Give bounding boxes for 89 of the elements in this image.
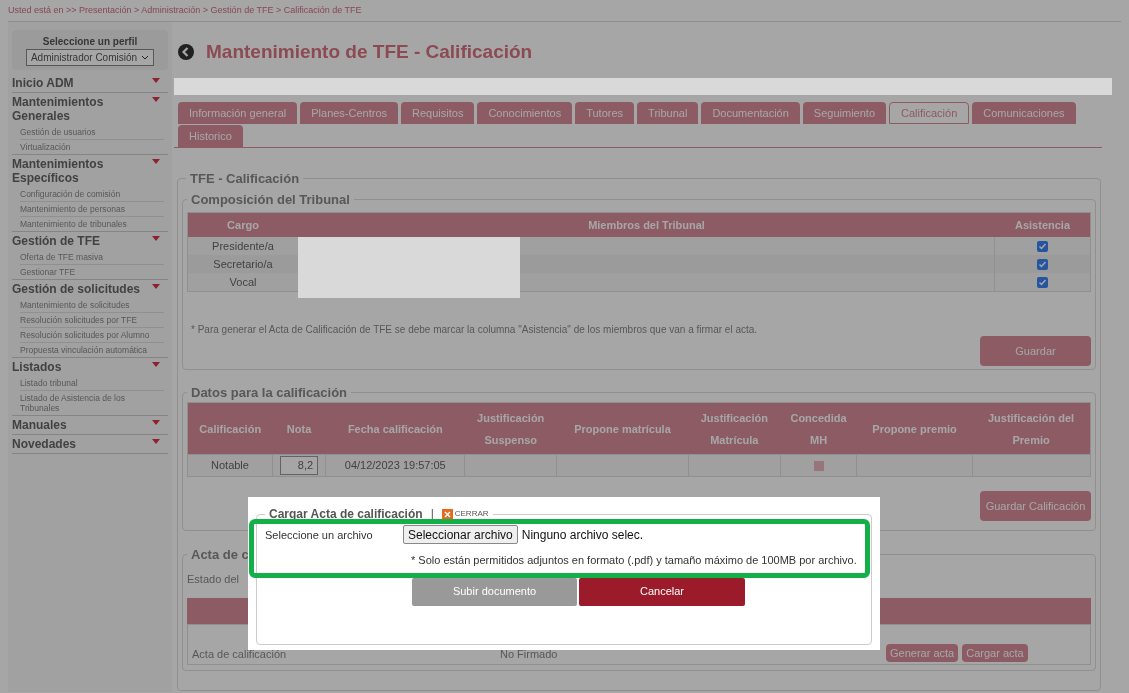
table-cell-text: Vocal <box>228 274 258 290</box>
minutes-button[interactable]: Generar acta <box>886 644 959 662</box>
close-icon <box>441 508 453 520</box>
tab[interactable]: Tribunal <box>637 102 699 124</box>
tab[interactable]: Seguimiento <box>802 102 886 124</box>
menu-item[interactable]: Resolución solicitudes por TFE <box>20 313 150 327</box>
caret-icon <box>152 236 160 241</box>
column-header: Miembros del Tribunal <box>587 217 706 233</box>
table-cell: Notable <box>187 454 273 477</box>
page-title: Mantenimiento de TFE - Calificación <box>206 39 533 64</box>
menu-item[interactable]: Virtualización <box>20 140 150 154</box>
column-header: Cargo <box>226 217 260 233</box>
close-button[interactable]: CERRAR <box>441 508 489 520</box>
section-title: TFE - Calificación <box>189 170 301 188</box>
column-header: Justificación Suspenso <box>464 402 557 455</box>
column-header: Justificación del Premio <box>972 402 1091 455</box>
breadcrumb: Usted está en >> Presentación > Administración > Gestión de TFE > Calificación de TFE <box>8 3 362 17</box>
column-header: Propone premio <box>856 402 973 455</box>
note-text: * Para generar el Acta de Calificación de TFE se debe marcar la columna "Asistencia" de los miembros que van a firmar el acta. <box>191 324 758 335</box>
table-cell-text: No Firmado <box>500 646 559 662</box>
column-header: Fecha calificación <box>325 402 465 455</box>
menu-heading[interactable]: Inicio ADM <box>12 74 150 92</box>
menu-heading[interactable]: Gestión de solicitudes <box>12 280 150 298</box>
dialog-title: Cargar Acta de calificación <box>269 506 423 523</box>
profile-label: Seleccione un perfil <box>42 35 138 49</box>
menu-item[interactable]: Propuesta vinculación automática <box>20 343 150 357</box>
menu-item[interactable]: Mantenimiento de personas <box>20 202 150 216</box>
minutes-button[interactable]: Cargar acta <box>962 644 1028 662</box>
panel-title: Composición del Tribunal <box>190 190 351 209</box>
grade-field[interactable]: 8,2 <box>280 456 319 475</box>
caret-icon <box>152 420 160 425</box>
menu-heading[interactable]: Mantenimientos Específicos <box>12 155 150 187</box>
save-button[interactable]: Guardar <box>980 336 1091 366</box>
hint-text: * Solo están permitidos adjuntos en formato (.pdf) y tamaño máximo de 100MB por archivo. <box>411 553 857 568</box>
menu-heading[interactable]: Gestión de TFE <box>12 232 150 250</box>
tab[interactable]: Planes-Centros <box>300 102 399 124</box>
attendance-checkbox[interactable] <box>1037 258 1048 270</box>
tab[interactable]: Historico <box>178 125 243 147</box>
back-icon[interactable] <box>178 44 194 60</box>
tab[interactable]: Comunicaciones <box>972 102 1076 124</box>
tab[interactable]: Calificación <box>889 102 970 124</box>
caret-icon <box>152 439 160 444</box>
caret-icon <box>152 284 160 289</box>
file-status: Ninguno archivo selec. <box>521 526 644 544</box>
honors-checkbox[interactable] <box>813 461 824 472</box>
menu-item[interactable]: Listado de Asistencia de los Tribunales <box>20 391 150 415</box>
menu-heading[interactable]: Novedades <box>12 435 150 453</box>
menu-heading[interactable]: Mantenimientos Generales <box>12 93 150 125</box>
save-grade-button[interactable]: Guardar Calificación <box>980 491 1091 521</box>
column-header: Nota <box>272 402 326 455</box>
attendance-checkbox[interactable] <box>1037 240 1048 252</box>
caret-icon <box>152 159 160 164</box>
column-header: Asistencia <box>1014 217 1072 233</box>
tab[interactable]: Conocimientos <box>477 102 573 124</box>
caret-icon <box>152 78 160 83</box>
status-label: Estado del <box>187 573 239 585</box>
panel-title: Acta de c <box>190 545 250 564</box>
column-header: Concedida MH <box>780 402 857 455</box>
menu-item[interactable]: Mantenimiento de tribunales <box>20 217 150 231</box>
table-cell: 04/12/2023 19:57:05 <box>325 454 465 477</box>
cancel-button[interactable]: Cancelar <box>579 577 745 606</box>
file-label: Seleccione un archivo <box>265 528 374 543</box>
menu-heading[interactable]: Manuales <box>12 416 150 434</box>
table-cell-text: Secretario/a <box>212 256 274 272</box>
table-cell-text: Presidente/a <box>211 238 275 254</box>
table-cell-text: Acta de calificación <box>191 646 288 662</box>
menu-item[interactable]: Gestión de usuarios <box>20 125 150 139</box>
menu-item[interactable]: Listado tribunal <box>20 376 150 390</box>
upload-button[interactable]: Subir documento <box>412 577 577 606</box>
menu-item[interactable]: Configuración de comisión <box>20 187 150 201</box>
tab[interactable]: Información general <box>178 102 298 124</box>
menu-item[interactable]: Resolución solicitudes por Alumno <box>20 328 150 342</box>
choose-file-button[interactable]: Seleccionar archivo <box>403 525 518 544</box>
tab[interactable]: Tutores <box>575 102 635 124</box>
tab[interactable]: Requisitos <box>401 102 475 124</box>
column-header: Propone matrícula <box>556 402 689 455</box>
attendance-checkbox[interactable] <box>1037 276 1048 288</box>
menu-item[interactable]: Mantenimiento de solicitudes <box>20 298 150 312</box>
menu-item[interactable]: Gestionar TFE <box>20 265 150 279</box>
column-header: Calificación <box>187 402 273 455</box>
menu-item[interactable]: Oferta de TFE masiva <box>20 250 150 264</box>
caret-icon <box>152 97 160 102</box>
caret-icon <box>152 362 160 367</box>
panel-title: Datos para la calificación <box>190 383 349 402</box>
profile-select[interactable]: Administrador Comisión <box>25 49 155 66</box>
column-header: Justificación Matrícula <box>688 402 781 455</box>
tab[interactable]: Documentación <box>701 102 800 124</box>
chevron-icon <box>141 54 150 61</box>
menu-heading[interactable]: Listados <box>12 358 150 376</box>
